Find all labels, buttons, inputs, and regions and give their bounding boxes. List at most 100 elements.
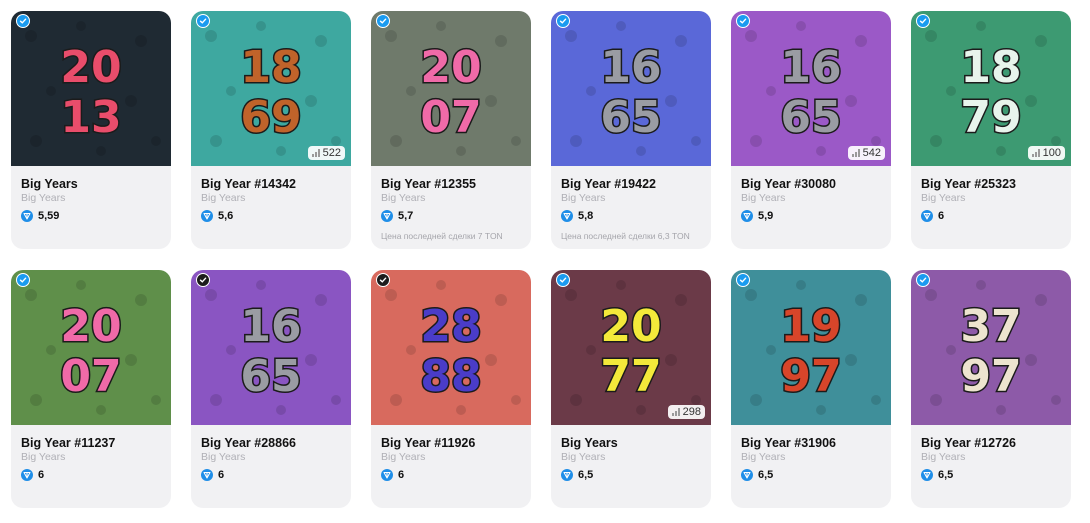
collection-name: Big Years [381, 192, 426, 204]
collection-name: Big Years [381, 451, 426, 463]
last-sale-price: Цена последней сделки 6,3 TON [561, 231, 690, 241]
nft-card[interactable]: 20 07 Big Year #11237 Big Years 6 [11, 270, 171, 508]
ton-diamond-icon [201, 210, 213, 222]
collection-name: Big Years [741, 192, 786, 204]
nft-title[interactable]: Big Year #31906 [741, 436, 836, 450]
nft-artwork[interactable]: 20 13 [11, 11, 171, 166]
blue-check-icon [736, 273, 750, 287]
blue-check-icon [916, 273, 930, 287]
price-value: 6 [218, 469, 225, 481]
nft-card[interactable]: 16 65 542 Big Year #30080 Big Years 5,9 [731, 11, 891, 249]
collection-name: Big Years [561, 451, 606, 463]
big-year-number-art: 16 65 [731, 11, 891, 166]
nft-artwork[interactable]: 20 07 [371, 11, 531, 166]
nft-card[interactable]: 37 97 Big Year #12726 Big Years 6,5 [911, 270, 1071, 508]
price-value: 6,5 [578, 469, 594, 481]
nft-card[interactable]: 20 07 Big Year #12355 Big Years 5,7 Цена… [371, 11, 531, 249]
collection-name: Big Years [921, 192, 966, 204]
nft-title[interactable]: Big Year #30080 [741, 177, 836, 191]
art-digits-top: 16 [240, 301, 301, 352]
nft-artwork[interactable]: 28 88 [371, 270, 531, 425]
big-year-number-art: 16 65 [191, 270, 351, 425]
nft-title[interactable]: Big Year #11926 [381, 436, 475, 450]
art-digits-bottom: 65 [780, 92, 841, 143]
price: 6,5 [921, 469, 953, 481]
nft-card[interactable]: 20 13 Big Years Big Years 5,59 [11, 11, 171, 249]
collection-name: Big Years [201, 192, 246, 204]
signal-bars-icon [311, 149, 320, 157]
nft-title[interactable]: Big Year #11237 [21, 436, 115, 450]
nft-card[interactable]: 18 79 100 Big Year #25323 Big Years 6 [911, 11, 1071, 249]
nft-title[interactable]: Big Year #28866 [201, 436, 296, 450]
blue-check-icon [196, 14, 210, 28]
art-digits-top: 16 [780, 42, 841, 93]
ton-diamond-icon [561, 210, 573, 222]
ton-diamond-icon [561, 469, 573, 481]
nft-artwork[interactable]: 19 97 [731, 270, 891, 425]
count-badge: 522 [307, 146, 345, 160]
price-value: 6,5 [938, 469, 954, 481]
price: 5,8 [561, 210, 593, 222]
art-digits-bottom: 97 [960, 351, 1021, 402]
art-digits-bottom: 77 [600, 351, 661, 402]
count-value: 100 [1042, 147, 1061, 159]
art-digits-top: 20 [60, 42, 121, 93]
nft-grid: 20 13 Big Years Big Years 5,59 18 69 522… [0, 0, 1090, 523]
price-value: 6 [38, 469, 45, 481]
nft-title[interactable]: Big Year #12355 [381, 177, 476, 191]
count-badge: 542 [847, 146, 885, 160]
big-year-number-art: 19 97 [731, 270, 891, 425]
big-year-number-art: 28 88 [371, 270, 531, 425]
nft-artwork[interactable]: 16 65 542 [731, 11, 891, 166]
art-digits-top: 28 [420, 301, 481, 352]
dark-check-icon [196, 273, 210, 287]
nft-title[interactable]: Big Year #14342 [201, 177, 296, 191]
nft-artwork[interactable]: 20 77 298 [551, 270, 711, 425]
blue-check-icon [16, 273, 30, 287]
blue-check-icon [376, 14, 390, 28]
nft-artwork[interactable]: 37 97 [911, 270, 1071, 425]
ton-diamond-icon [921, 210, 933, 222]
count-value: 542 [862, 147, 881, 159]
art-digits-bottom: 13 [60, 92, 121, 143]
price-value: 5,7 [398, 210, 414, 222]
nft-artwork[interactable]: 16 65 [551, 11, 711, 166]
nft-card[interactable]: 28 88 Big Year #11926 Big Years 6 [371, 270, 531, 508]
nft-card[interactable]: 16 65 Big Year #19422 Big Years 5,8 Цена… [551, 11, 711, 249]
price: 6 [381, 469, 404, 481]
nft-artwork[interactable]: 20 07 [11, 270, 171, 425]
collection-name: Big Years [561, 192, 606, 204]
big-year-number-art: 20 13 [11, 11, 171, 166]
count-value: 522 [322, 147, 341, 159]
last-sale-price: Цена последней сделки 7 TON [381, 231, 503, 241]
art-digits-top: 19 [780, 301, 841, 352]
nft-card[interactable]: 18 69 522 Big Year #14342 Big Years 5,6 [191, 11, 351, 249]
count-value: 298 [682, 406, 701, 418]
nft-title[interactable]: Big Year #25323 [921, 177, 1016, 191]
price: 6,5 [561, 469, 593, 481]
price: 5,59 [21, 210, 59, 222]
big-year-number-art: 20 77 [551, 270, 711, 425]
nft-artwork[interactable]: 16 65 [191, 270, 351, 425]
nft-title[interactable]: Big Years [561, 436, 618, 450]
nft-card[interactable]: 16 65 Big Year #28866 Big Years 6 [191, 270, 351, 508]
nft-card[interactable]: 20 77 298 Big Years Big Years 6,5 [551, 270, 711, 508]
ton-diamond-icon [381, 210, 393, 222]
art-digits-top: 16 [600, 42, 661, 93]
big-year-number-art: 16 65 [551, 11, 711, 166]
nft-title[interactable]: Big Year #19422 [561, 177, 656, 191]
price-value: 6 [398, 469, 405, 481]
count-badge: 298 [667, 405, 705, 419]
blue-check-icon [556, 273, 570, 287]
art-digits-bottom: 69 [240, 92, 301, 143]
dark-check-icon [376, 273, 390, 287]
big-year-number-art: 37 97 [911, 270, 1071, 425]
collection-name: Big Years [921, 451, 966, 463]
nft-card[interactable]: 19 97 Big Year #31906 Big Years 6,5 [731, 270, 891, 508]
nft-title[interactable]: Big Years [21, 177, 78, 191]
nft-artwork[interactable]: 18 79 100 [911, 11, 1071, 166]
nft-title[interactable]: Big Year #12726 [921, 436, 1016, 450]
ton-diamond-icon [741, 210, 753, 222]
nft-artwork[interactable]: 18 69 522 [191, 11, 351, 166]
collection-name: Big Years [21, 192, 66, 204]
